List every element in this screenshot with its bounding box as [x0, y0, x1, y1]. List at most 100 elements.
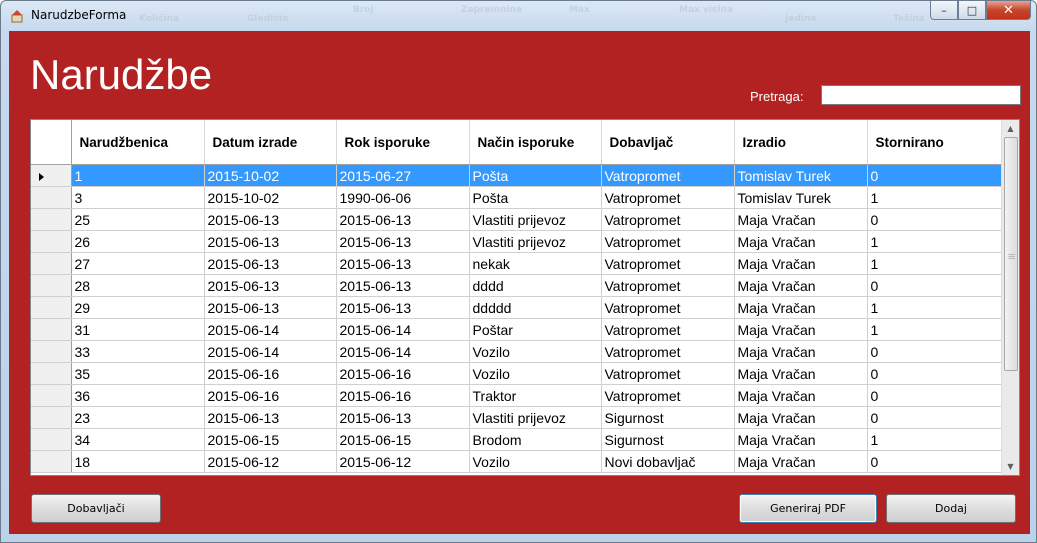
vertical-scrollbar[interactable]: ▲ — — — ▼	[1001, 120, 1019, 475]
table-cell[interactable]: 2015-06-13	[204, 296, 337, 319]
table-cell[interactable]: Vatropromet	[601, 164, 735, 187]
table-cell[interactable]: Maja Vračan	[734, 428, 868, 451]
table-cell[interactable]: 31	[71, 318, 205, 341]
table-cell[interactable]: Tomislav Turek	[734, 186, 868, 209]
table-row[interactable]: 25 2015-06-13 2015-06-13 Vlastiti prijevoz V…	[31, 208, 1003, 231]
table-cell[interactable]: Novi dobavljač	[601, 450, 735, 473]
table-cell[interactable]: 2015-06-13	[336, 274, 470, 297]
table-cell[interactable]: Sigurnost	[601, 428, 735, 451]
table-cell[interactable]: Maja Vračan	[734, 274, 868, 297]
table-cell[interactable]: Vatropromet	[601, 230, 735, 253]
table-cell[interactable]: Vlastiti prijevoz	[469, 208, 602, 231]
table-cell[interactable]: Maja Vračan	[734, 406, 868, 429]
table-cell[interactable]: Maja Vračan	[734, 384, 868, 407]
table-row[interactable]: 33 2015-06-14 2015-06-14 Vozilo Vatropromet M…	[31, 340, 1003, 363]
table-cell[interactable]: 1	[867, 318, 1003, 341]
table-cell[interactable]: Vozilo	[469, 362, 602, 385]
table-cell[interactable]: 2015-06-15	[336, 428, 470, 451]
table-cell[interactable]: 1	[867, 186, 1003, 209]
column-header[interactable]: Datum izrade	[204, 120, 337, 165]
table-cell[interactable]: dddd	[469, 274, 602, 297]
table-cell[interactable]: 2015-06-14	[204, 318, 337, 341]
table-row[interactable]: 28 2015-06-13 2015-06-13 dddd Vatropromet Maj…	[31, 274, 1003, 297]
table-cell[interactable]: Pošta	[469, 186, 602, 209]
column-header[interactable]: Način isporuke	[469, 120, 602, 165]
table-cell[interactable]: 2015-06-16	[336, 384, 470, 407]
table-cell[interactable]: 36	[71, 384, 205, 407]
table-cell[interactable]: 28	[71, 274, 205, 297]
table-cell[interactable]: Maja Vračan	[734, 340, 868, 363]
table-cell[interactable]: Vlastiti prijevoz	[469, 406, 602, 429]
table-cell[interactable]: 1	[71, 164, 205, 187]
table-cell[interactable]: 0	[867, 450, 1003, 473]
row-header[interactable]	[31, 318, 72, 341]
table-cell[interactable]: Vatropromet	[601, 340, 735, 363]
title-bar[interactable]: NarudzbeForma Količina Gledište Broj Zap…	[1, 1, 1036, 31]
table-cell[interactable]: 27	[71, 252, 205, 275]
table-cell[interactable]: 34	[71, 428, 205, 451]
row-header[interactable]	[31, 406, 72, 429]
column-header[interactable]: Stornirano	[867, 120, 1003, 165]
table-row[interactable]: 3 2015-10-02 1990-06-06 Pošta Vatropromet Tom…	[31, 186, 1003, 209]
table-cell[interactable]: Tomislav Turek	[734, 164, 868, 187]
table-cell[interactable]: 0	[867, 274, 1003, 297]
table-cell[interactable]: Vatropromet	[601, 274, 735, 297]
table-row[interactable]: 29 2015-06-13 2015-06-13 ddddd Vatropromet Ma…	[31, 296, 1003, 319]
table-cell[interactable]: Vatropromet	[601, 186, 735, 209]
table-cell[interactable]: Maja Vračan	[734, 362, 868, 385]
row-header[interactable]	[31, 450, 72, 473]
table-cell[interactable]: 2015-10-02	[204, 164, 337, 187]
row-header[interactable]	[31, 384, 72, 407]
table-cell[interactable]: 1	[867, 252, 1003, 275]
table-cell[interactable]: 1	[867, 296, 1003, 319]
table-cell[interactable]: 0	[867, 208, 1003, 231]
add-button[interactable]: Dodaj	[886, 494, 1016, 523]
scroll-down-icon[interactable]: ▼	[1002, 458, 1019, 475]
table-cell[interactable]: 2015-06-13	[336, 406, 470, 429]
table-cell[interactable]: 29	[71, 296, 205, 319]
table-cell[interactable]: Brodom	[469, 428, 602, 451]
table-cell[interactable]: 2015-06-13	[204, 252, 337, 275]
table-cell[interactable]: 23	[71, 406, 205, 429]
row-header[interactable]	[31, 252, 72, 275]
table-cell[interactable]: ddddd	[469, 296, 602, 319]
search-input[interactable]	[821, 85, 1021, 105]
scroll-up-icon[interactable]: ▲	[1002, 120, 1019, 137]
table-cell[interactable]: Maja Vračan	[734, 208, 868, 231]
table-row[interactable]: 18 2015-06-12 2015-06-12 Vozilo Novi dobavlj…	[31, 450, 1003, 473]
column-header[interactable]: Izradio	[734, 120, 868, 165]
table-cell[interactable]: 2015-06-14	[336, 318, 470, 341]
table-cell[interactable]: Vatropromet	[601, 296, 735, 319]
row-header[interactable]	[31, 164, 72, 187]
table-cell[interactable]: 2015-06-12	[336, 450, 470, 473]
table-cell[interactable]: Sigurnost	[601, 406, 735, 429]
table-cell[interactable]: 2015-06-13	[204, 274, 337, 297]
table-cell[interactable]: 2015-06-13	[204, 406, 337, 429]
row-header[interactable]	[31, 230, 72, 253]
table-cell[interactable]: 0	[867, 164, 1003, 187]
table-cell[interactable]: 1	[867, 230, 1003, 253]
table-cell[interactable]: 0	[867, 340, 1003, 363]
column-header[interactable]: Rok isporuke	[336, 120, 470, 165]
table-cell[interactable]: Maja Vračan	[734, 252, 868, 275]
table-cell[interactable]: 2015-06-14	[204, 340, 337, 363]
table-row[interactable]: 36 2015-06-16 2015-06-16 Traktor Vatropromet…	[31, 384, 1003, 407]
table-cell[interactable]: 2015-06-14	[336, 340, 470, 363]
row-header[interactable]	[31, 274, 72, 297]
table-cell[interactable]: Maja Vračan	[734, 450, 868, 473]
table-row[interactable]: 31 2015-06-14 2015-06-14 Poštar Vatropromet M…	[31, 318, 1003, 341]
table-cell[interactable]: 2015-06-13	[336, 296, 470, 319]
scroll-thumb[interactable]: — — —	[1004, 137, 1018, 371]
table-cell[interactable]: 0	[867, 362, 1003, 385]
table-cell[interactable]: 2015-06-16	[204, 362, 337, 385]
minimize-button[interactable]: –	[930, 1, 958, 20]
table-row[interactable]: 35 2015-06-16 2015-06-16 Vozilo Vatropromet M…	[31, 362, 1003, 385]
table-cell[interactable]: 2015-06-15	[204, 428, 337, 451]
table-cell[interactable]: Vozilo	[469, 340, 602, 363]
table-cell[interactable]: 2015-06-16	[204, 384, 337, 407]
table-cell[interactable]: 2015-06-13	[336, 252, 470, 275]
table-cell[interactable]: 0	[867, 406, 1003, 429]
table-cell[interactable]: Traktor	[469, 384, 602, 407]
table-cell[interactable]: 2015-06-13	[336, 208, 470, 231]
table-cell[interactable]: 0	[867, 384, 1003, 407]
